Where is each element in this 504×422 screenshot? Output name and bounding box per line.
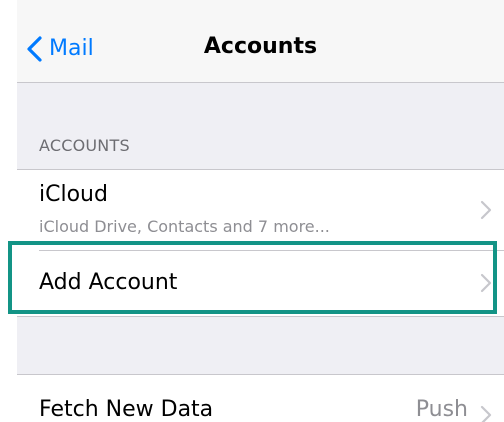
fetch-new-data-row[interactable]: Fetch New Data Push [17, 375, 504, 422]
add-account-row[interactable]: Add Account [17, 250, 504, 316]
accounts-section-header: ACCOUNTS [39, 136, 130, 155]
add-account-title: Add Account [39, 270, 178, 295]
icloud-account-title: iCloud [39, 182, 108, 207]
fetch-new-data-value: Push [415, 397, 468, 422]
settings-screen: Mail Accounts ACCOUNTS iCloud iCloud Dri… [17, 0, 504, 422]
fetch-group: Fetch New Data Push [17, 374, 504, 422]
navigation-bar: Mail Accounts [17, 0, 504, 83]
chevron-right-icon [480, 405, 492, 422]
icloud-account-subtitle: iCloud Drive, Contacts and 7 more... [39, 217, 330, 236]
icloud-account-row[interactable]: iCloud iCloud Drive, Contacts and 7 more… [17, 170, 504, 250]
page-title: Accounts [203, 34, 318, 59]
chevron-right-icon [480, 273, 492, 293]
fetch-new-data-title: Fetch New Data [39, 397, 214, 422]
accounts-group: iCloud iCloud Drive, Contacts and 7 more… [17, 169, 504, 317]
chevron-right-icon [480, 200, 492, 220]
